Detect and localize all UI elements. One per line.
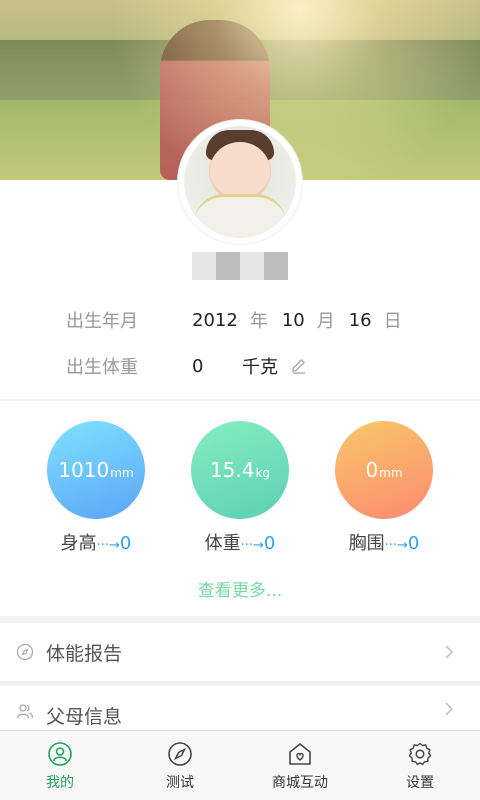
tab-mine[interactable]: 我的 xyxy=(0,731,120,800)
height-metric[interactable]: 1010 mm 身高···→0 xyxy=(47,421,145,555)
avatar[interactable] xyxy=(178,120,302,244)
pencil-icon[interactable] xyxy=(290,357,308,375)
tab-label-mine: 我的 xyxy=(46,775,74,791)
height-change: 0 xyxy=(119,533,132,554)
section-divider xyxy=(0,399,480,401)
tab-label-shop: 商城互动 xyxy=(272,775,328,791)
tab-test[interactable]: 测试 xyxy=(120,731,240,800)
tab-settings[interactable]: 设置 xyxy=(360,731,480,800)
height-label: 身高 xyxy=(60,533,97,554)
birth-weight-label: 出生体重 xyxy=(66,357,138,378)
compass-icon xyxy=(168,742,192,766)
tab-label-settings: 设置 xyxy=(406,775,434,791)
chest-change: 0 xyxy=(407,533,420,554)
view-more-link[interactable]: 查看更多... xyxy=(0,576,480,601)
chest-metric[interactable]: 0 mm 胸围···→0 xyxy=(335,421,433,555)
birth-weight-row[interactable]: 出生体重 0 千克 xyxy=(66,352,426,380)
weight-label: 体重 xyxy=(204,533,241,554)
birth-weight-unit: 千克 xyxy=(242,357,278,378)
menu-item-parent-info[interactable]: 父母信息 xyxy=(0,686,480,730)
nickname-redacted xyxy=(192,252,288,280)
chest-label: 胸围 xyxy=(348,533,385,554)
tab-shop[interactable]: 商城互动 xyxy=(240,731,360,800)
birth-month: 10 xyxy=(281,309,305,331)
chevron-right-icon xyxy=(445,702,454,716)
menu-label-fitness-report: 体能报告 xyxy=(46,642,123,665)
compass-icon xyxy=(16,643,34,661)
chest-circle: 0 mm xyxy=(335,421,433,519)
parents-icon xyxy=(16,704,34,719)
day-unit: 日 xyxy=(383,311,402,332)
profile-icon xyxy=(48,742,72,766)
year-unit: 年 xyxy=(249,311,268,332)
birth-year: 2012 xyxy=(192,309,238,331)
weight-change: 0 xyxy=(263,533,276,554)
weight-circle: 15.4 kg xyxy=(191,421,289,519)
tab-label-test: 测试 xyxy=(166,775,194,791)
chevron-right-icon xyxy=(445,645,454,659)
menu-item-fitness-report[interactable]: 体能报告 xyxy=(0,623,480,681)
height-circle: 1010 mm xyxy=(47,421,145,519)
shop-icon xyxy=(289,743,311,765)
birth-weight-value: 0 xyxy=(192,355,204,377)
bottom-tab-bar: 我的 测试 商城互动 设置 xyxy=(0,730,480,800)
birth-date-label: 出生年月 xyxy=(66,311,138,332)
birth-date-row[interactable]: 出生年月 2012 年 10 月 16 日 xyxy=(66,306,426,334)
menu-label-parent-info: 父母信息 xyxy=(46,706,123,728)
settings-icon xyxy=(408,742,432,766)
month-unit: 月 xyxy=(316,311,335,332)
birth-day: 16 xyxy=(348,309,372,331)
weight-metric[interactable]: 15.4 kg 体重···→0 xyxy=(191,421,289,555)
